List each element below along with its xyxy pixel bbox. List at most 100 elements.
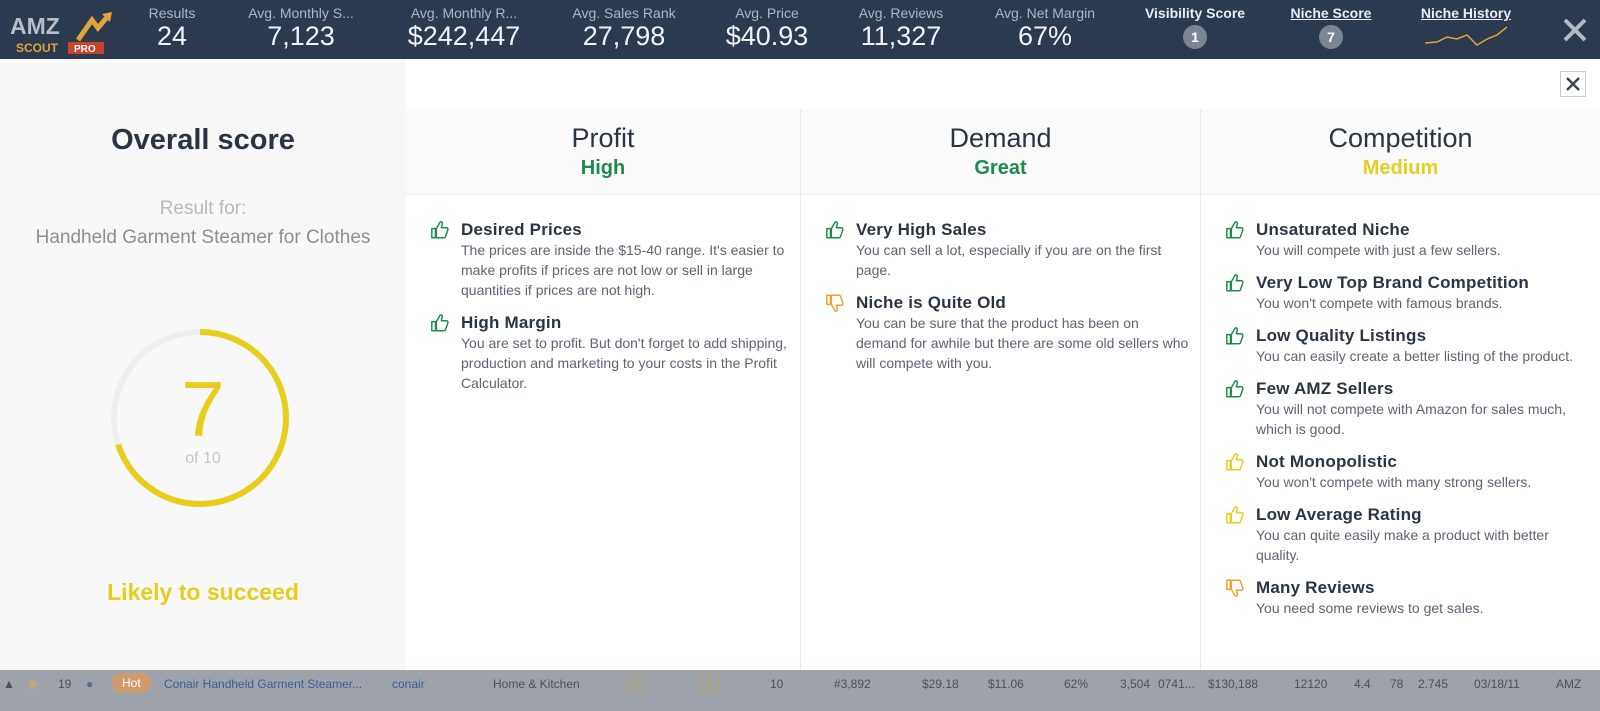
product-table-row[interactable]: ▲ ★ 19 ● Hot Conair Handheld Garment Ste… [0, 670, 1600, 711]
close-modal-button[interactable] [1560, 71, 1586, 97]
stat-avg-monthly-sales: Avg. Monthly S... 7,123 [235, 5, 367, 51]
category: Home & Kitchen [493, 677, 580, 691]
brand-link[interactable]: conair [392, 677, 425, 691]
score-of-label: of 10 [185, 450, 221, 467]
niche-details-panel: Profit High Desired Prices The prices ar… [406, 59, 1600, 670]
criteria-title: Many Reviews [1256, 578, 1375, 597]
logo-scout-text: SCOUT [16, 41, 59, 55]
criteria-item: Low Average Rating You can quite easily … [1225, 504, 1592, 565]
stat-value: $40.93 [725, 21, 809, 51]
tracker-icon[interactable]: ● [86, 677, 93, 691]
product-name-link[interactable]: Conair Handheld Garment Steamer... [164, 677, 362, 691]
column-rating: High [580, 157, 626, 179]
column-title: Demand [949, 123, 1052, 153]
column-rating: Great [974, 157, 1027, 179]
criteria-list: Very High Sales You can sell a lot, espe… [825, 219, 1192, 385]
row-index: 19 [58, 677, 72, 691]
criteria-title: Niche is Quite Old [856, 293, 1007, 312]
visibility-score-badge: 1 [1183, 25, 1207, 49]
criteria-item: Unsaturated Niche You will compete with … [1225, 219, 1592, 260]
weight: 2.745 [1418, 677, 1449, 691]
stat-avg-sales-rank: Avg. Sales Rank 27,798 [558, 5, 690, 51]
date: 03/18/11 [1474, 677, 1520, 691]
criteria-item: Many Reviews You need some reviews to ge… [1225, 577, 1592, 618]
stat-label: Avg. Price [735, 5, 799, 21]
stat-label: Niche Score [1290, 5, 1372, 21]
stat-label: Avg. Net Margin [994, 5, 1096, 21]
thumbs-up-icon [1226, 453, 1244, 471]
column-profit: Profit High Desired Prices The prices ar… [406, 109, 800, 670]
stat-avg-price: Avg. Price $40.93 [711, 5, 823, 51]
criteria-description: You will not compete with Amazon for sal… [1256, 401, 1566, 437]
criteria-description: You won't compete with famous brands. [1256, 295, 1503, 311]
criteria-title: Very Low Top Brand Competition [1256, 273, 1529, 292]
niche-history-link[interactable]: Niche History [1410, 5, 1522, 54]
hot-badge: Hot [112, 673, 151, 693]
fees: $11.06 [988, 677, 1024, 691]
stat-label: Avg. Monthly S... [248, 5, 354, 21]
criteria-description: You won't compete with many strong selle… [1256, 474, 1532, 490]
stat-label: Avg. Monthly R... [410, 5, 518, 21]
score-value: 7 [181, 365, 225, 453]
price: $29.18 [922, 677, 959, 691]
count-box-1: 4 [626, 677, 645, 693]
stat-value: 24 [156, 21, 188, 51]
count-3: 10 [770, 677, 784, 691]
criteria-item: Low Quality Listings You can easily crea… [1225, 325, 1592, 366]
rating: 4.4 [1354, 677, 1371, 691]
stat-label: Avg. Reviews [858, 5, 944, 21]
stats-header-bar: AMZ SCOUT PRO Results 24 Avg. Monthly S.… [0, 0, 1600, 59]
stat-label: Results [148, 5, 196, 21]
criteria-item: High Margin You are set to profit. But d… [430, 312, 792, 393]
result-for-label: Result for: [159, 198, 247, 219]
column-demand: Demand Great Very High Sales You can sel… [800, 109, 1200, 670]
column-title: Competition [1328, 123, 1473, 153]
criteria-list: Unsaturated Niche You will compete with … [1225, 219, 1592, 630]
overall-score-panel: Overall score Result for: Handheld Garme… [0, 59, 406, 670]
logo-amz-text: AMZ [10, 13, 60, 39]
stat-avg-monthly-revenue: Avg. Monthly R... $242,447 [398, 5, 530, 51]
criteria-description: The prices are inside the $15-40 range. … [461, 242, 785, 298]
amzscout-logo: AMZ SCOUT PRO [10, 12, 112, 55]
close-panel-icon[interactable] [1558, 13, 1592, 47]
stat-value: 27,798 [582, 21, 666, 51]
stat-visibility-score[interactable]: Visibility Score 1 [1138, 5, 1252, 49]
criteria-title: Few AMZ Sellers [1256, 379, 1394, 398]
criteria-title: Low Average Rating [1256, 505, 1422, 524]
verdict-label: Likely to succeed [107, 579, 299, 605]
reviews: 12120 [1294, 677, 1328, 691]
thumbs-down-icon [1226, 579, 1244, 597]
est-revenue: $130,188 [1208, 677, 1259, 691]
thumbs-up-icon [1226, 274, 1244, 292]
est-sales: 3,504 [1120, 677, 1151, 691]
column-competition: Competition Medium Unsaturated Niche You… [1200, 109, 1600, 670]
niche-history-sparkline [1424, 26, 1508, 46]
thumbs-up-icon [1226, 221, 1244, 239]
column-rating: Medium [1362, 157, 1439, 179]
thumbs-up-icon [1226, 506, 1244, 524]
thumbs-up-icon [431, 221, 449, 239]
stat-avg-net-margin: Avg. Net Margin 67% [983, 5, 1107, 51]
star-icon[interactable]: ★ [26, 675, 39, 693]
criteria-description: You can sell a lot, especially if you ar… [856, 242, 1162, 278]
criteria-list: Desired Prices The prices are inside the… [430, 219, 792, 405]
lqs: 78 [1390, 677, 1404, 691]
stat-results: Results 24 [139, 5, 205, 51]
stat-value: $242,447 [407, 21, 521, 51]
expand-arrow-icon[interactable]: ▲ [3, 677, 15, 691]
net-margin: 62% [1064, 677, 1089, 691]
niche-score-link[interactable]: Niche Score 7 [1284, 5, 1378, 49]
count-box-2: 6 [700, 677, 719, 693]
criteria-description: You can quite easily make a product with… [1256, 527, 1549, 563]
seller-type: AMZ [1556, 677, 1582, 691]
stat-label: Visibility Score [1144, 5, 1246, 21]
thumbs-down-icon [826, 294, 844, 312]
thumbs-up-icon [431, 314, 449, 332]
column-title: Profit [571, 123, 635, 153]
stat-value: 11,327 [860, 21, 942, 51]
product-query: Handheld Garment Steamer for Clothes [35, 227, 371, 248]
criteria-description: You can easily create a better listing o… [1256, 348, 1574, 364]
criteria-title: Low Quality Listings [1256, 326, 1427, 345]
criteria-title: Unsaturated Niche [1256, 220, 1410, 239]
criteria-title: High Margin [461, 313, 562, 332]
